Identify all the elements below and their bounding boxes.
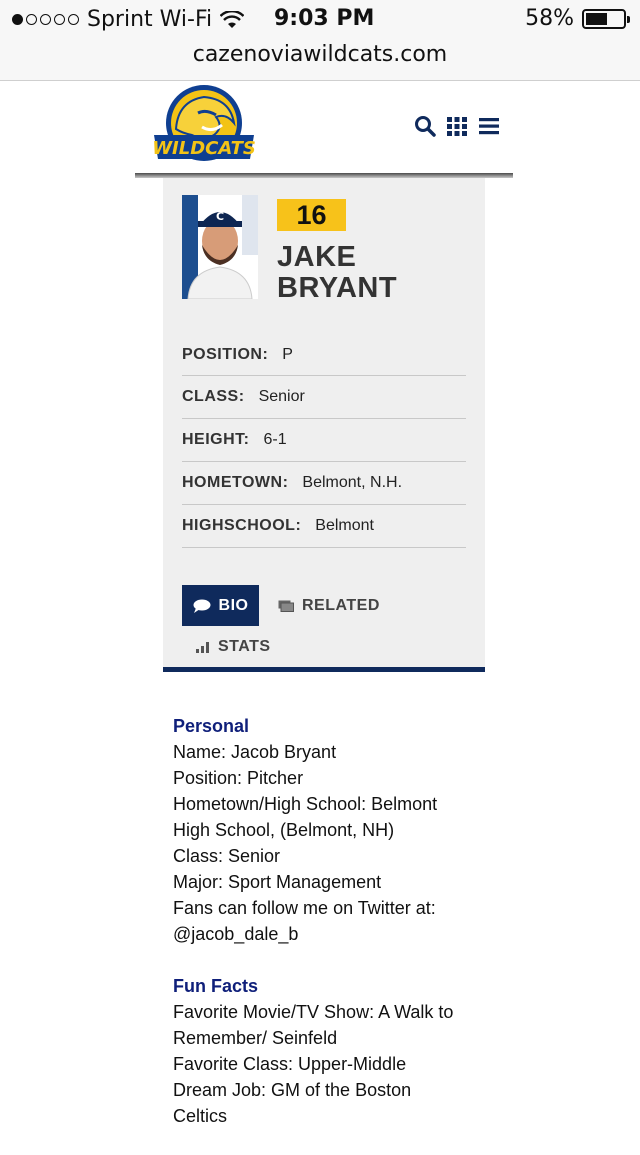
info-label: HIGHSCHOOL: xyxy=(182,517,302,534)
player-first-name: JAKE xyxy=(277,241,357,273)
images-icon xyxy=(278,600,294,612)
bio-line: Favorite Class: Upper-Middle xyxy=(173,1054,407,1074)
info-row-height: HEIGHT: 6-1 xyxy=(182,419,466,462)
bio-line: Celtics xyxy=(173,1106,228,1126)
info-row-class: CLASS: Senior xyxy=(182,376,466,419)
bio-section-fun-facts: Fun Facts Favorite Movie/TV Show: A Walk… xyxy=(173,973,483,1129)
info-value: 6-1 xyxy=(263,431,287,448)
battery-level xyxy=(586,12,607,25)
tab-stats-label: STATS xyxy=(218,638,271,655)
bio-line: Remember/ Seinfeld xyxy=(173,1028,338,1048)
section-heading: Fun Facts xyxy=(173,976,259,996)
info-label: HEIGHT: xyxy=(182,431,250,448)
jersey-number: 16 xyxy=(277,199,346,231)
battery-percent: 58% xyxy=(525,6,574,31)
grid-icon[interactable] xyxy=(446,115,468,137)
player-last-name: BRYANT xyxy=(277,272,398,304)
info-row-position: POSITION: P xyxy=(182,334,466,376)
bio-line: Name: Jacob Bryant xyxy=(173,742,337,762)
status-left: Sprint Wi-Fi xyxy=(12,7,245,32)
bio-line: Favorite Movie/TV Show: A Walk to xyxy=(173,1002,454,1022)
menu-icon[interactable] xyxy=(478,115,500,137)
bio-line: Hometown/High School: Belmont xyxy=(173,794,438,814)
bio-content: Personal Name: Jacob Bryant Position: Pi… xyxy=(173,713,483,1155)
bio-line: Dream Job: GM of the Boston xyxy=(173,1080,412,1100)
info-label: CLASS: xyxy=(182,388,245,405)
tab-stats[interactable]: STATS xyxy=(196,633,271,661)
chat-bubble-icon xyxy=(193,599,211,613)
info-value: Senior xyxy=(258,388,305,405)
wildcats-logo[interactable]: WILDCATS xyxy=(146,83,262,171)
tab-bio[interactable]: BIO xyxy=(182,585,259,626)
bio-line: Fans can follow me on Twitter at: xyxy=(173,898,436,918)
tab-bio-label: BIO xyxy=(218,596,249,614)
bio-line: High School, (Belmont, NH) xyxy=(173,820,395,840)
site-header: WILDCATS xyxy=(0,81,640,176)
bio-line: Position: Pitcher xyxy=(173,768,304,788)
wifi-icon xyxy=(220,10,245,28)
clock: 9:03 PM xyxy=(274,6,375,31)
signal-strength-icon xyxy=(12,14,79,25)
player-headshot: C xyxy=(182,195,258,299)
svg-text:C: C xyxy=(216,210,224,223)
player-info-list: POSITION: P CLASS: Senior HEIGHT: 6-1 HO… xyxy=(182,334,466,548)
tab-related-label: RELATED xyxy=(302,596,380,614)
logo-wordmark: WILDCATS xyxy=(152,138,256,159)
status-bar: Sprint Wi-Fi 9:03 PM 58% xyxy=(0,0,640,40)
battery-icon xyxy=(582,8,630,29)
bar-chart-icon xyxy=(196,642,209,653)
section-heading: Personal xyxy=(173,716,250,736)
info-label: POSITION: xyxy=(182,345,269,363)
info-value: P xyxy=(282,345,293,363)
url-text: cazenoviawildcats.com xyxy=(192,42,448,67)
bio-line: Major: Sport Management xyxy=(173,872,382,892)
info-row-highschool: HIGHSCHOOL: Belmont xyxy=(182,505,466,548)
address-bar[interactable]: cazenoviawildcats.com xyxy=(0,40,640,81)
info-row-hometown: HOMETOWN: Belmont, N.H. xyxy=(182,462,466,505)
info-label: HOMETOWN: xyxy=(182,474,289,491)
player-name: JAKE BRYANT xyxy=(277,242,477,304)
twitter-handle: @jacob_dale_b xyxy=(173,924,299,944)
carrier-label: Sprint Wi-Fi xyxy=(87,7,213,32)
info-value: Belmont, N.H. xyxy=(302,474,403,491)
bio-section-personal: Personal Name: Jacob Bryant Position: Pi… xyxy=(173,713,483,947)
bio-line: Class: Senior xyxy=(173,846,281,866)
status-right: 58% xyxy=(525,6,630,31)
header-icons xyxy=(414,115,500,137)
tab-related[interactable]: RELATED xyxy=(278,585,380,626)
search-icon[interactable] xyxy=(414,115,436,137)
card-bottom-border xyxy=(163,667,485,672)
player-card: C 16 JAKE BRYANT POSITION: P CLASS: Seni… xyxy=(163,178,485,670)
info-value: Belmont xyxy=(315,517,374,534)
